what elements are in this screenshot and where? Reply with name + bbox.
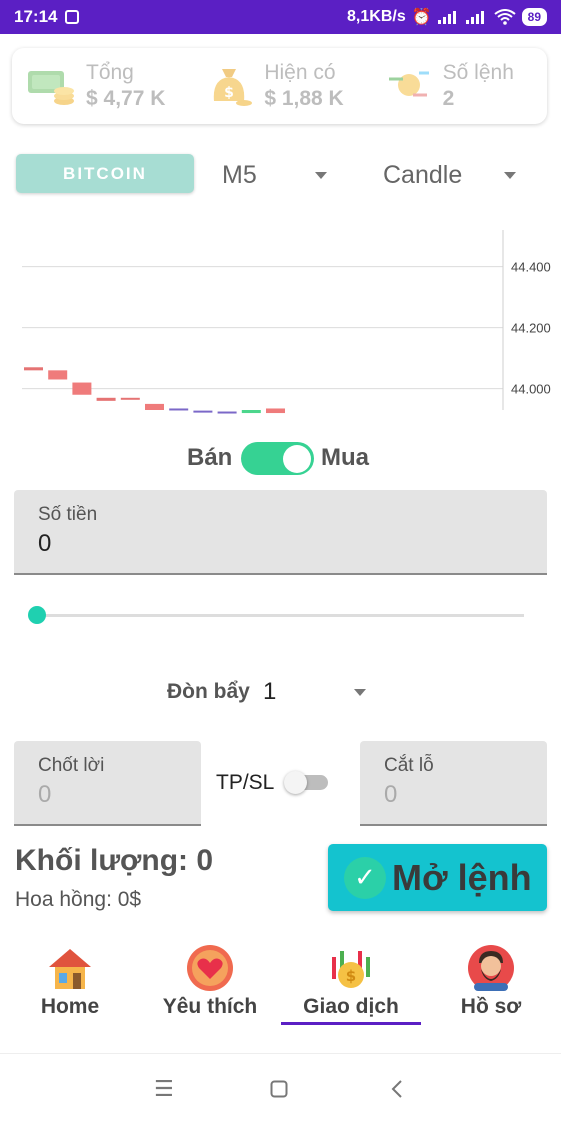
trading-coins-icon: $ <box>326 943 376 993</box>
buy-label[interactable]: Mua <box>321 444 369 472</box>
nav-label-profile: Hồ sơ <box>460 995 522 1018</box>
leverage-value[interactable]: 1 <box>263 678 276 706</box>
wifi-icon <box>494 9 516 25</box>
volume-text: Khối lượng: 0 <box>15 844 214 877</box>
svg-text:$: $ <box>346 967 356 985</box>
side-toggle-row: Bán Mua <box>0 440 561 480</box>
status-bar: 17:14 8,1KB/s ⏰ 89 <box>0 0 561 34</box>
chart-y-tick-label: 44.000 <box>511 382 551 397</box>
open-order-label: Mở lệnh <box>392 856 532 898</box>
take-profit-label: Chốt lời <box>38 755 105 776</box>
chart-candle <box>120 397 140 400</box>
svg-text:$: $ <box>224 85 234 101</box>
account-summary-card: Tổng $ 4,77 K $ Hiện có $ 1,88 K Số lệnh… <box>12 48 547 124</box>
timeframe-value: M5 <box>222 160 257 189</box>
nav-label-favorites: Yêu thích <box>162 995 258 1018</box>
system-navigation-bar: ☰ <box>0 1053 561 1122</box>
take-profit-field[interactable]: Chốt lời 0 <box>14 741 201 826</box>
network-speed: 8,1KB/s <box>347 8 406 25</box>
amount-field[interactable]: Số tiền 0 <box>14 490 547 575</box>
tpsl-switch-knob <box>284 771 307 794</box>
heart-icon <box>185 943 235 993</box>
summary-available-label: Hiện có <box>264 61 336 84</box>
chart-candle <box>72 382 92 395</box>
take-profit-value[interactable]: 0 <box>38 781 51 809</box>
chart-candle <box>145 403 164 410</box>
check-icon: ✓ <box>344 856 386 899</box>
chart-type-dropdown[interactable]: Candle <box>383 158 462 192</box>
asset-select-button[interactable]: BITCOIN <box>16 154 194 193</box>
leverage-label: Đòn bẩy <box>167 680 250 703</box>
chart-candle <box>48 370 68 380</box>
exchange-coins-icon <box>383 61 433 111</box>
profile-avatar-icon <box>466 943 516 993</box>
chart-y-tick-label: 44.400 <box>511 260 551 275</box>
tpsl-switch[interactable] <box>284 771 330 794</box>
chart-candle <box>24 367 43 371</box>
nav-item-trading[interactable]: $ Giao dịch <box>281 935 421 1027</box>
tpsl-label: TP/SL <box>216 771 275 794</box>
house-icon <box>45 943 95 993</box>
chart-type-chevron-down-icon[interactable] <box>504 172 516 179</box>
chart-candle <box>241 410 261 414</box>
summary-orders-label: Số lệnh <box>442 61 514 84</box>
back-icon[interactable] <box>390 1079 404 1099</box>
chart-candle <box>193 410 213 413</box>
chart-candle <box>169 408 189 411</box>
money-stack-icon <box>26 61 76 111</box>
menu-icon[interactable]: ☰ <box>154 1076 174 1102</box>
nav-item-home[interactable]: Home <box>0 935 140 1027</box>
nav-item-favorites[interactable]: Yêu thích <box>140 935 280 1027</box>
amount-slider-track[interactable] <box>37 614 524 617</box>
commission-text: Hoa hồng: 0$ <box>15 888 142 911</box>
timeframe-chevron-down-icon[interactable] <box>315 172 327 179</box>
home-square-icon[interactable] <box>270 1080 288 1098</box>
amount-slider-thumb[interactable] <box>28 606 46 624</box>
active-tab-indicator <box>281 1022 421 1025</box>
battery-icon: 89 <box>521 8 547 26</box>
summary-available: $ Hiện có $ 1,88 K <box>190 61 368 111</box>
bottom-navigation: Home Yêu thích $ Giao dịch Hồ sơ <box>0 935 561 1035</box>
summary-orders-value: 2 <box>442 87 455 110</box>
sell-label[interactable]: Bán <box>187 444 232 472</box>
summary-total: Tổng $ 4,77 K <box>12 61 190 111</box>
status-right: 8,1KB/s ⏰ 89 <box>347 7 547 27</box>
chart-candle <box>266 408 285 414</box>
stop-loss-value[interactable]: 0 <box>384 781 397 809</box>
money-bag-icon: $ <box>204 61 254 111</box>
chart-type-value: Candle <box>383 160 463 189</box>
amount-value[interactable]: 0 <box>38 530 51 558</box>
open-order-button[interactable]: ✓ Mở lệnh <box>328 844 547 911</box>
nav-label-trading: Giao dịch <box>303 995 399 1018</box>
chart-candle <box>96 397 116 401</box>
candlestick-chart[interactable]: 44.400 44.200 44.000 <box>0 225 561 415</box>
nav-label-home: Home <box>40 995 100 1018</box>
amount-label: Số tiền <box>38 504 98 525</box>
summary-available-value: $ 1,88 K <box>264 87 344 110</box>
timeframe-dropdown[interactable]: M5 <box>222 158 257 192</box>
summary-total-value: $ 4,77 K <box>86 87 166 110</box>
nav-item-profile[interactable]: Hồ sơ <box>421 935 561 1027</box>
leverage-row[interactable]: Đòn bẩy 1 <box>0 678 561 710</box>
chart-y-tick-label: 44.200 <box>511 321 551 336</box>
buy-sell-switch[interactable] <box>241 442 314 475</box>
notification-app-icon <box>65 10 80 24</box>
stop-loss-field[interactable]: Cắt lỗ 0 <box>360 741 547 826</box>
summary-orders: Số lệnh 2 <box>369 61 547 111</box>
chart-candle <box>217 411 237 414</box>
status-time: 17:14 <box>14 7 58 26</box>
alarm-icon: ⏰ <box>411 9 432 26</box>
summary-total-label: Tổng <box>86 61 134 84</box>
signal-icon <box>437 11 456 24</box>
leverage-chevron-down-icon[interactable] <box>354 689 366 696</box>
switch-knob <box>283 445 311 473</box>
stop-loss-label: Cắt lỗ <box>384 755 434 776</box>
signal-icon-2 <box>465 11 484 24</box>
